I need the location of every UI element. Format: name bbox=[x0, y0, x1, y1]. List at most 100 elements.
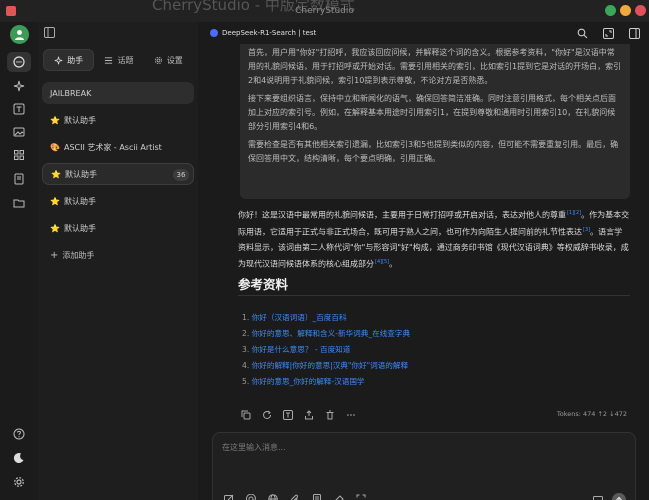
close-button[interactable] bbox=[635, 5, 646, 16]
input-placeholder: 在这里输入消息... bbox=[222, 443, 286, 452]
reference-link[interactable]: 你好是什么意思？ - 百度知道 bbox=[252, 345, 351, 354]
translate-icon[interactable] bbox=[282, 409, 294, 421]
help-icon[interactable] bbox=[11, 426, 27, 442]
reference-item[interactable]: 3. 你好是什么意思？ - 百度知道 bbox=[242, 344, 410, 360]
reference-item[interactable]: 1. 你好（汉语词语）_百度百科 bbox=[242, 312, 410, 328]
reference-item[interactable]: 5. 你好的意思_你好的解释-汉语国学 bbox=[242, 376, 410, 392]
assistant-label: ASCII 艺术家 - Ascii Artist bbox=[63, 142, 162, 152]
star-icon: ⭐ bbox=[50, 196, 60, 206]
mention-icon[interactable] bbox=[245, 493, 257, 500]
assistant-item[interactable]: ⭐ 默认助手 bbox=[42, 217, 194, 239]
citation-link[interactable]: [1][2] bbox=[567, 210, 581, 216]
star-icon: ⭐ bbox=[50, 115, 60, 125]
thinking-paragraph: 需要检查是否有其他相关索引遗漏，比如索引3和5也提到类似的内容，但可能不需要重复… bbox=[248, 140, 619, 163]
topbar-actions bbox=[575, 26, 641, 40]
knowledge-icon[interactable] bbox=[11, 171, 27, 187]
chat-main: DeepSeek-R1-Search | test 首先，用户用"你好"打招呼，… bbox=[198, 22, 649, 500]
references-title: 参考资料 bbox=[238, 277, 289, 292]
user-icon bbox=[15, 30, 24, 40]
citation-link[interactable]: [4][5] bbox=[375, 259, 389, 265]
reference-link[interactable]: 你好的意思_你好的解释-汉语国学 bbox=[252, 377, 365, 386]
model-selector[interactable]: DeepSeek-R1-Search | test bbox=[210, 29, 316, 37]
star-icon: ⭐ bbox=[51, 169, 61, 179]
minimize-button[interactable] bbox=[605, 5, 616, 16]
assistant-item[interactable]: JAILBREAK bbox=[42, 82, 194, 104]
sparkle-icon bbox=[54, 56, 63, 64]
new-topic-icon[interactable] bbox=[223, 493, 235, 500]
deepseek-logo-icon bbox=[210, 29, 218, 37]
answer-text: 你好！这是汉语中最常用的礼貌问候语，主要用于日常打招呼或开启对话，表达对他人的尊… bbox=[238, 210, 566, 220]
plus-icon: + bbox=[50, 249, 59, 261]
add-assistant-label: 添加助手 bbox=[62, 250, 95, 260]
reference-item[interactable]: 2. 你好的意思、解释和含义-新华词典_在线查字典 bbox=[242, 328, 410, 344]
sparkle-icon[interactable] bbox=[11, 78, 27, 94]
globe-icon[interactable] bbox=[267, 493, 279, 500]
gear-icon bbox=[154, 56, 162, 64]
reference-list: 1. 你好（汉语词语）_百度百科 2. 你好的意思、解释和含义-新华词典_在线查… bbox=[242, 312, 410, 392]
eraser-icon[interactable] bbox=[333, 493, 345, 500]
settings-icon[interactable] bbox=[11, 474, 27, 490]
image-icon[interactable] bbox=[11, 124, 27, 140]
refresh-icon[interactable] bbox=[261, 409, 273, 421]
assistant-answer: 你好！这是汉语中最常用的礼貌问候语，主要用于日常打招呼或开启对话，表达对他人的尊… bbox=[238, 206, 630, 272]
chat-icon[interactable] bbox=[7, 52, 31, 72]
assistant-item[interactable]: ⭐ 默认助手 bbox=[42, 109, 194, 131]
assistant-label: 默认助手 bbox=[64, 169, 97, 179]
add-assistant-button[interactable]: + 添加助手 bbox=[42, 244, 194, 266]
fullscreen-icon[interactable] bbox=[355, 493, 367, 500]
assistant-item-selected[interactable]: ⭐ 默认助手 36 bbox=[42, 163, 194, 185]
title-bar: CherryStudio - 中版定数模式 CherryStudio bbox=[0, 0, 649, 22]
token-count: Tokens: 474 ↑2 ↓472 bbox=[556, 410, 627, 418]
panel-tabs: 助手 话题 设置 bbox=[43, 49, 193, 71]
tab-label: 设置 bbox=[166, 55, 183, 65]
reference-link[interactable]: 你好（汉语词语）_百度百科 bbox=[252, 313, 347, 322]
tab-assistants[interactable]: 助手 bbox=[43, 49, 95, 71]
assistant-panel: 助手 话题 设置 JAILBREAK ⭐ 默认助手 🎨 ASCII 艺术家 - … bbox=[38, 22, 198, 500]
thinking-paragraph: 首先，用户用"你好"打招呼，我应该回应问候，并解释这个词的含义。根据参考资料，"… bbox=[248, 48, 622, 85]
delete-icon[interactable] bbox=[324, 409, 336, 421]
layout-icon[interactable] bbox=[627, 26, 641, 40]
maximize-button[interactable] bbox=[620, 5, 631, 16]
attachment-icon[interactable] bbox=[289, 493, 301, 500]
topic-count-badge: 36 bbox=[173, 169, 189, 181]
avatar[interactable] bbox=[10, 25, 29, 44]
reference-item[interactable]: 4. 你好的解释|你好的意思|汉典"你好"词语的解释 bbox=[242, 360, 410, 376]
tab-settings[interactable]: 设置 bbox=[144, 49, 193, 71]
reference-link[interactable]: 你好的意思、解释和含义-新华词典_在线查字典 bbox=[252, 329, 410, 338]
list-icon bbox=[105, 56, 113, 64]
divider bbox=[238, 295, 630, 296]
chat-topbar: DeepSeek-R1-Search | test bbox=[198, 22, 649, 44]
input-toolbar bbox=[223, 493, 367, 500]
assistant-item[interactable]: ⭐ 默认助手 bbox=[42, 190, 194, 212]
send-button[interactable] bbox=[612, 493, 626, 500]
more-icon[interactable] bbox=[345, 409, 357, 421]
search-icon[interactable] bbox=[575, 26, 589, 40]
assistant-list: JAILBREAK ⭐ 默认助手 🎨 ASCII 艺术家 - Ascii Art… bbox=[42, 82, 194, 266]
image-upload-icon[interactable] bbox=[592, 494, 604, 500]
assistant-item[interactable]: 🎨 ASCII 艺术家 - Ascii Artist bbox=[42, 136, 194, 158]
star-icon: ⭐ bbox=[50, 223, 60, 233]
message-input[interactable]: 在这里输入消息... bbox=[212, 432, 636, 500]
apps-icon[interactable] bbox=[11, 147, 27, 163]
arrow-up-icon bbox=[616, 496, 622, 500]
moon-icon[interactable] bbox=[11, 450, 27, 466]
toggle-sidebar-icon[interactable] bbox=[42, 25, 56, 39]
tab-topics[interactable]: 话题 bbox=[94, 49, 143, 71]
knowledge-base-icon[interactable] bbox=[311, 493, 323, 500]
window-title: CherryStudio bbox=[295, 6, 354, 16]
assistant-label: 默认助手 bbox=[63, 115, 96, 125]
share-icon[interactable] bbox=[303, 409, 315, 421]
folder-icon[interactable] bbox=[11, 195, 27, 211]
copy-icon[interactable] bbox=[240, 409, 252, 421]
thinking-block: 首先，用户用"你好"打招呼，我应该回应问候，并解释这个词的含义。根据参考资料，"… bbox=[240, 44, 630, 199]
expand-icon[interactable] bbox=[601, 26, 615, 40]
tab-label: 话题 bbox=[117, 55, 134, 65]
tab-label: 助手 bbox=[67, 55, 84, 65]
model-name: DeepSeek-R1-Search | test bbox=[222, 29, 317, 37]
assistant-label: 默认助手 bbox=[63, 223, 96, 233]
reference-link[interactable]: 你好的解释|你好的意思|汉典"你好"词语的解释 bbox=[252, 361, 408, 370]
assistant-label: JAILBREAK bbox=[50, 88, 92, 98]
answer-text: 。 bbox=[389, 259, 398, 269]
palette-icon: 🎨 bbox=[50, 142, 60, 152]
translate-icon[interactable] bbox=[11, 101, 27, 117]
